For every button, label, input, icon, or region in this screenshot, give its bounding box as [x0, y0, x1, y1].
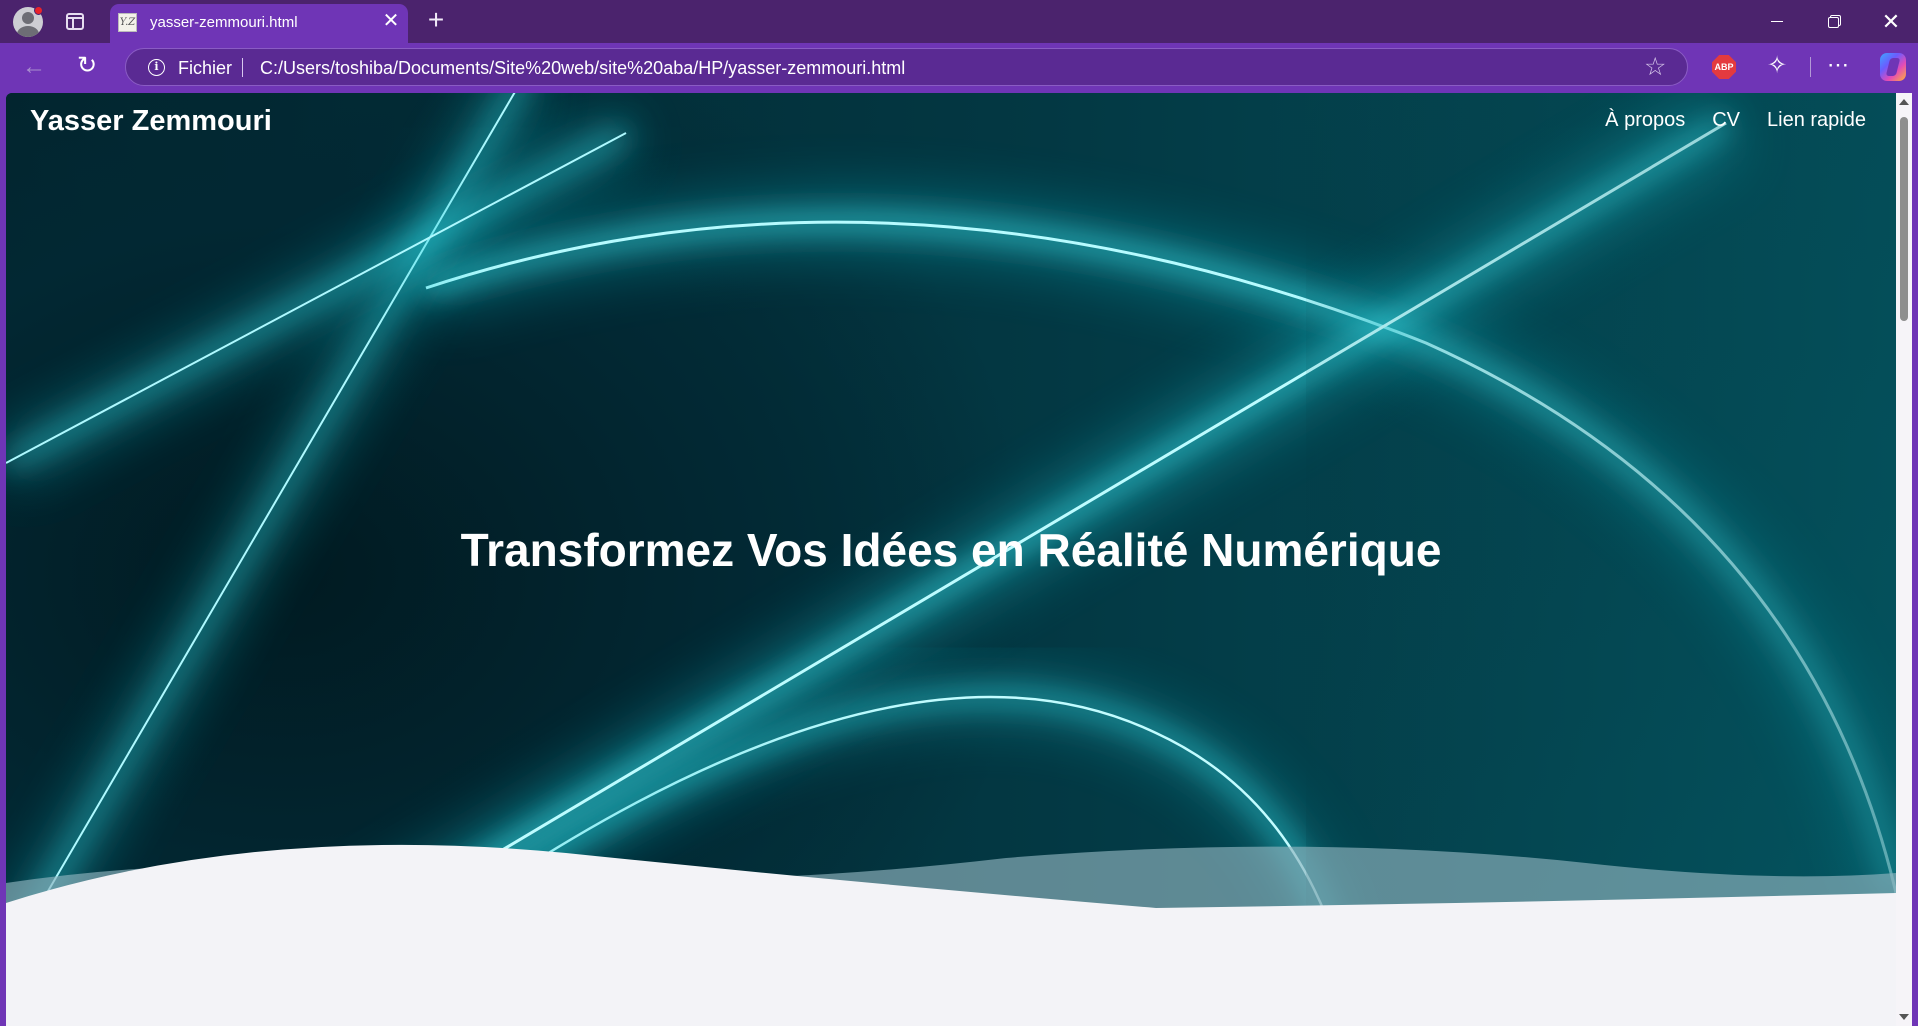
nav-link-cv[interactable]: CV	[1712, 109, 1740, 132]
browser-title-bar: Y.Z yasser-zemmouri.html ✕ + ✕	[0, 0, 1918, 43]
window-close-button[interactable]: ✕	[1877, 8, 1905, 36]
nav-link-quick-links[interactable]: Lien rapide	[1767, 109, 1866, 132]
copilot-icon[interactable]	[1880, 53, 1906, 81]
tab-actions-icon[interactable]	[66, 13, 84, 30]
site-info-icon[interactable]: i	[148, 59, 165, 76]
favicon-icon: Y.Z	[118, 13, 137, 32]
back-arrow-icon[interactable]: ←	[22, 55, 48, 79]
scrollbar-thumb[interactable]	[1900, 117, 1908, 321]
window-minimize-button[interactable]	[1763, 8, 1791, 36]
extensions-puzzle-icon[interactable]: ✧	[1767, 52, 1787, 80]
avatar-head-shape	[22, 12, 34, 24]
site-nav: À propos CV Lien rapide	[1605, 109, 1866, 132]
hero-headline: Transformez Vos Idées en Réalité Numériq…	[460, 524, 1442, 576]
tab-close-icon[interactable]: ✕	[380, 10, 402, 32]
hero-section: Yasser Zemmouri À propos CV Lien rapide …	[6, 93, 1896, 1026]
favorite-star-icon[interactable]: ☆	[1644, 54, 1666, 80]
file-scheme-label: Fichier	[178, 58, 233, 78]
browser-tab-active[interactable]: Y.Z yasser-zemmouri.html ✕	[110, 4, 408, 43]
site-logo[interactable]: Yasser Zemmouri	[30, 105, 272, 138]
site-header: Yasser Zemmouri À propos CV Lien rapide	[6, 93, 1896, 153]
avatar-body-shape	[17, 26, 39, 37]
address-separator	[242, 58, 243, 77]
more-options-icon[interactable]: ⋯	[1827, 51, 1850, 79]
url-text[interactable]: C:/Users/toshiba/Documents/Site%20web/si…	[260, 58, 905, 79]
browser-toolbar: ← ↻ i Fichier C:/Users/toshiba/Documents…	[0, 43, 1918, 91]
adblock-plus-icon[interactable]: ABP	[1712, 55, 1736, 79]
scroll-up-arrow-icon[interactable]	[1899, 99, 1909, 105]
new-tab-button[interactable]: +	[423, 6, 449, 34]
refresh-icon[interactable]: ↻	[77, 53, 103, 79]
window-restore-button[interactable]	[1820, 8, 1848, 36]
nav-link-about[interactable]: À propos	[1605, 109, 1685, 132]
scroll-down-arrow-icon[interactable]	[1899, 1014, 1909, 1020]
tab-title: yasser-zemmouri.html	[150, 14, 298, 31]
address-bar[interactable]: i Fichier C:/Users/toshiba/Documents/Sit…	[125, 48, 1688, 86]
toolbar-separator	[1810, 57, 1811, 77]
page-viewport: Yasser Zemmouri À propos CV Lien rapide …	[6, 93, 1912, 1026]
notification-dot-icon	[34, 6, 43, 15]
page-scrollbar[interactable]	[1896, 93, 1912, 1026]
